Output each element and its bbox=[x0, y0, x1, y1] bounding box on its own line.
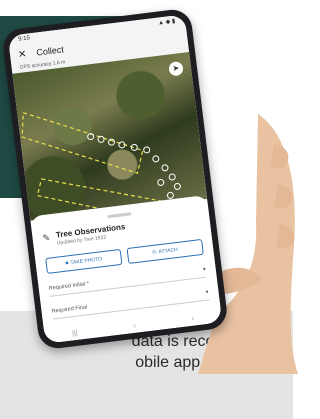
app-title: Collect bbox=[35, 44, 65, 58]
phone-screen: 9:15 ▲ ◆ ▮ ✕ Collect GPS accuracy 1.6 m … bbox=[7, 14, 223, 344]
home-button[interactable]: ○ bbox=[132, 322, 137, 329]
map-view[interactable]: ➤ bbox=[12, 52, 208, 221]
back-button[interactable]: ‹ bbox=[191, 315, 194, 322]
survey-area-1 bbox=[21, 111, 144, 174]
pencil-icon: ✎ bbox=[42, 232, 51, 244]
status-time: 9:15 bbox=[17, 35, 31, 43]
take-photo-button[interactable]: ■ TAKE PHOTO bbox=[45, 248, 123, 274]
chevron-down-icon: ▾ bbox=[202, 266, 207, 273]
take-photo-label: TAKE PHOTO bbox=[70, 256, 103, 267]
required-final-label: Required Final bbox=[51, 304, 88, 315]
phone: 9:15 ▲ ◆ ▮ ✕ Collect GPS accuracy 1.6 m … bbox=[1, 7, 229, 351]
required-initial-label: Required Initial * bbox=[48, 280, 90, 292]
recent-apps-button[interactable]: ||| bbox=[72, 329, 78, 337]
paperclip-icon: ⎘ bbox=[152, 249, 158, 256]
camera-icon: ■ bbox=[65, 260, 69, 267]
attach-label: ATTACH bbox=[158, 246, 179, 256]
chevron-down-icon: ▾ bbox=[205, 289, 209, 296]
sheet-handle[interactable] bbox=[107, 212, 132, 219]
close-icon[interactable]: ✕ bbox=[17, 48, 27, 60]
tree-markers bbox=[87, 133, 181, 199]
attach-button[interactable]: ⎘ ATTACH bbox=[126, 238, 204, 264]
map-overlay bbox=[21, 111, 181, 221]
